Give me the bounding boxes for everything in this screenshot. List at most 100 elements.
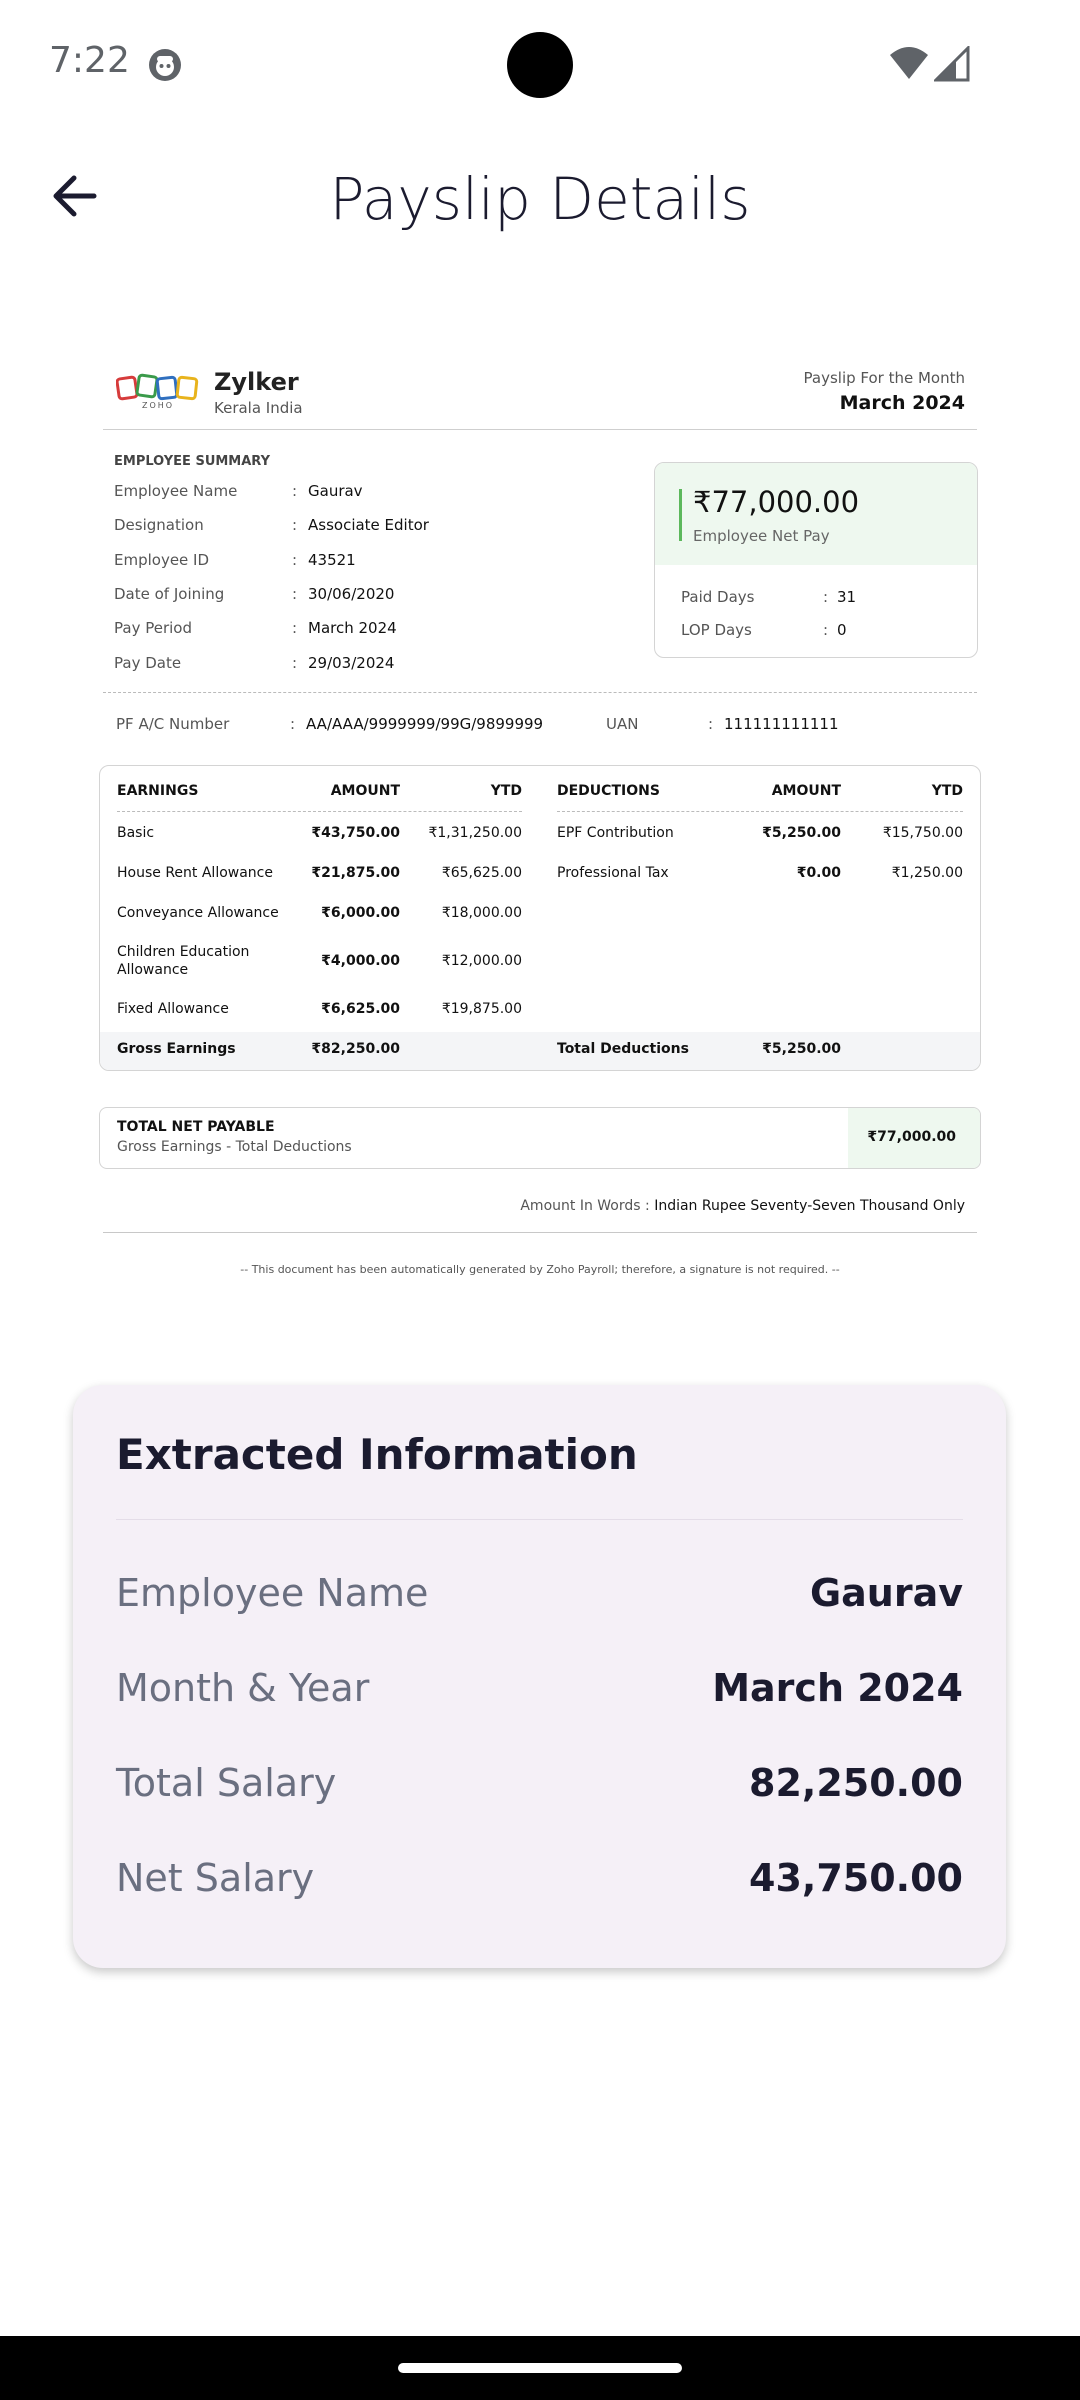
deduction-ytd: ₹1,250.00 [891,865,963,881]
net-payable-title: TOTAL NET PAYABLE [117,1119,275,1135]
net-salary-label: Net Salary [116,1856,315,1900]
earning-name: Basic [117,825,155,841]
company-location: Kerala India [214,399,303,417]
home-gesture-handle[interactable] [398,2363,682,2373]
total-salary-value: 82,250.00 [749,1761,963,1805]
company-name: Zylker [214,368,299,396]
lop-days-colon: : [823,621,829,639]
earning-name-line2: Allowance [117,962,189,978]
net-pay-caption: Employee Net Pay [693,527,830,545]
wifi-icon [888,45,930,81]
summary-value: 30/06/2020 [308,585,395,603]
net-pay-accent-bar [679,489,682,541]
pf-label: PF A/C Number [116,715,230,733]
net-payable-subtitle: Gross Earnings - Total Deductions [117,1139,352,1155]
summary-heading: EMPLOYEE SUMMARY [114,454,271,469]
paid-days-colon: : [823,588,829,606]
earning-ytd: ₹1,31,250.00 [428,825,522,841]
earning-name: Fixed Allowance [117,1001,229,1017]
month-year-label: Month & Year [116,1666,370,1710]
pf-colon: : [290,715,296,733]
dashed-divider [103,692,977,693]
summary-colon: : [292,585,298,603]
camera-cutout [507,32,573,98]
net-pay-amount: ₹77,000.00 [693,485,860,519]
summary-value: 43521 [308,551,356,569]
col-amount: AMOUNT [330,783,400,799]
header-dashed-line [117,811,522,812]
summary-colon: : [292,654,298,672]
earning-name: Conveyance Allowance [117,905,279,921]
col-d-ytd: YTD [931,783,963,799]
col-ytd: YTD [490,783,522,799]
col-deductions: DEDUCTIONS [557,783,660,799]
uan-label: UAN [606,715,639,733]
earning-amount: ₹6,625.00 [321,1001,400,1017]
lop-days-value: 0 [837,621,847,639]
summary-label: Employee Name [114,482,238,500]
summary-value: 29/03/2024 [308,654,395,672]
zoho-logo-icon: ZOHO [115,372,200,412]
logo-text: ZOHO [142,401,175,410]
summary-label: Pay Period [114,619,192,637]
summary-label: Pay Date [114,654,182,672]
total-deductions-label: Total Deductions [557,1041,689,1057]
earning-ytd: ₹12,000.00 [441,953,522,969]
earning-amount: ₹21,875.00 [311,865,400,881]
earning-ytd: ₹19,875.00 [441,1001,522,1017]
summary-value: Associate Editor [308,516,429,534]
total-deductions-value: ₹5,250.00 [762,1041,841,1057]
earning-amount: ₹4,000.00 [321,953,400,969]
net-pay-box: ₹77,000.00 Employee Net Pay Paid Days : … [654,462,978,658]
uan-value: 111111111111 [724,715,839,733]
card-divider [116,1519,963,1520]
earnings-deductions-table: EARNINGS AMOUNT YTD DEDUCTIONS AMOUNT YT… [99,765,981,1071]
summary-colon: : [292,516,298,534]
summary-label: Designation [114,516,204,534]
net-salary-value: 43,750.00 [749,1856,963,1900]
pf-value: AA/AAA/9999999/99G/9899999 [306,715,544,733]
earning-amount: ₹6,000.00 [321,905,400,921]
status-time: 7:22 [49,40,130,81]
uan-colon: : [708,715,714,733]
net-payable-value: ₹77,000.00 [867,1129,956,1145]
extracted-info-card: Extracted Information Employee Name Gaur… [73,1385,1006,1968]
amount-in-words-value: Indian Rupee Seventy-Seven Thousand Only [654,1198,965,1214]
deduction-name: Professional Tax [557,865,669,881]
summary-colon: : [292,551,298,569]
summary-colon: : [292,619,298,637]
summary-value: March 2024 [308,619,397,637]
paid-days-value: 31 [837,588,857,606]
summary-label: Date of Joining [114,585,225,603]
employee-name-value: Gaurav [809,1571,963,1615]
net-payable-value-bg [848,1108,980,1168]
page-title: Payslip Details [329,165,751,233]
earning-name: House Rent Allowance [117,865,273,881]
gross-earnings-label: Gross Earnings [117,1041,236,1057]
extracted-title: Extracted Information [116,1430,638,1479]
earning-name: Children Education [117,944,250,960]
lop-days-label: LOP Days [681,621,752,639]
net-pay-highlight [655,463,977,565]
gross-earnings-value: ₹82,250.00 [311,1041,400,1057]
summary-colon: : [292,482,298,500]
earning-ytd: ₹18,000.00 [441,905,522,921]
net-payable-box: TOTAL NET PAYABLE Gross Earnings - Total… [99,1107,981,1169]
month-year-value: March 2024 [712,1666,963,1710]
payslip-footer: -- This document has been automatically … [240,1263,840,1276]
divider [103,1232,977,1233]
divider [103,429,977,430]
payslip-month-label: Payslip For the Month [803,369,965,387]
header-dashed-line [557,811,963,812]
signal-icon [932,44,970,82]
summary-label: Employee ID [114,551,210,569]
summary-value: Gaurav [308,482,363,500]
deduction-amount: ₹5,250.00 [762,825,841,841]
deduction-ytd: ₹15,750.00 [882,825,963,841]
amount-in-words: Amount In Words : Indian Rupee Seventy-S… [520,1198,965,1214]
deduction-amount: ₹0.00 [796,865,841,881]
col-d-amount: AMOUNT [771,783,841,799]
deduction-name: EPF Contribution [557,825,674,841]
amount-in-words-label: Amount In Words : [520,1198,650,1214]
total-salary-label: Total Salary [116,1761,337,1805]
